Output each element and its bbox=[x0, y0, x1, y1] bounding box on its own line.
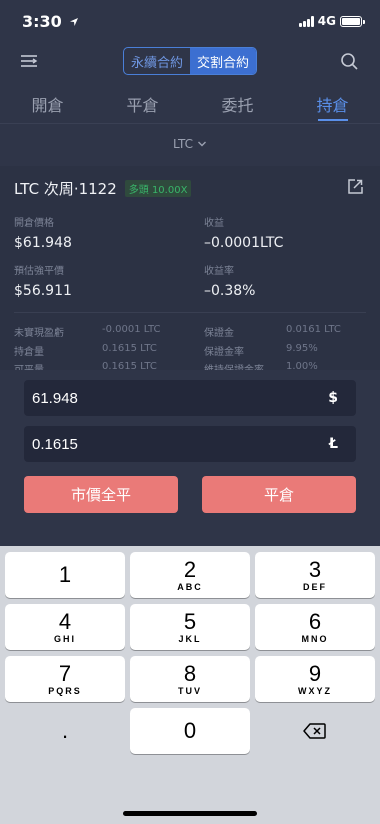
amount-unit: Ł bbox=[329, 436, 338, 452]
key-6[interactable]: 6 MNO bbox=[255, 604, 375, 650]
trade-tabs: 開倉 平倉 委托 持倉 bbox=[0, 86, 380, 124]
key-2[interactable]: 2 ABC bbox=[130, 552, 250, 598]
key-0-digit: 0 bbox=[183, 718, 197, 743]
tab-orders[interactable]: 委托 bbox=[190, 86, 285, 123]
menu-icon[interactable] bbox=[18, 50, 40, 72]
price-input[interactable] bbox=[32, 389, 232, 407]
coin-selector[interactable]: LTC bbox=[0, 124, 380, 164]
numeric-keyboard: 1 2 ABC 3 DEF 4 GHI 5 JKL 6 MNO 7 PQRS 8… bbox=[0, 546, 380, 824]
position-card: LTC 次周·1122 多頭 10.00X 開倉價格 $61.948 收益 –0… bbox=[0, 166, 380, 380]
key-2-letters: ABC bbox=[177, 581, 203, 592]
open-price-stat: 開倉價格 $61.948 bbox=[14, 214, 72, 251]
key-7[interactable]: 7 PQRS bbox=[5, 656, 125, 702]
key-5-digit: 5 bbox=[183, 608, 197, 634]
holding-value: 0.1615 LTC bbox=[102, 343, 157, 354]
card-divider bbox=[14, 312, 366, 313]
price-field[interactable]: $ bbox=[24, 380, 356, 416]
battery-icon bbox=[340, 15, 365, 27]
status-bar: 3:30 4G bbox=[0, 0, 380, 44]
tab-open-position[interactable]: 開倉 bbox=[0, 86, 95, 123]
close-position-button[interactable]: 平倉 bbox=[202, 476, 356, 513]
home-indicator bbox=[123, 811, 257, 816]
open-price-value: $61.948 bbox=[14, 235, 72, 251]
position-header: LTC 次周·1122 多頭 10.00X bbox=[14, 178, 192, 199]
key-3[interactable]: 3 DEF bbox=[255, 552, 375, 598]
key-3-digit: 3 bbox=[308, 556, 322, 582]
search-icon[interactable] bbox=[338, 50, 360, 72]
pnl-stat: 收益 –0.0001LTC bbox=[204, 214, 283, 251]
top-nav: 永續合約 交割合約 bbox=[0, 44, 380, 80]
key-5-letters: JKL bbox=[178, 633, 202, 644]
key-decimal-symbol: . bbox=[61, 718, 69, 743]
key-4-letters: GHI bbox=[53, 633, 76, 644]
unrealized-pnl-label: 未實現盈虧 bbox=[14, 328, 64, 339]
close-position-form: $ Ł 市價全平 平倉 bbox=[0, 370, 380, 546]
signal-icon bbox=[298, 15, 314, 27]
tab-close-position[interactable]: 平倉 bbox=[95, 86, 190, 123]
key-9[interactable]: 9 WXYZ bbox=[255, 656, 375, 702]
key-3-letters: DEF bbox=[303, 581, 327, 592]
key-4-digit: 4 bbox=[58, 608, 72, 634]
amount-input[interactable] bbox=[32, 435, 232, 453]
key-1[interactable]: 1 bbox=[5, 552, 125, 598]
market-close-all-button[interactable]: 市價全平 bbox=[24, 476, 178, 513]
contract-type-toggle: 永續合約 交割合約 bbox=[123, 47, 257, 75]
status-time: 3:30 bbox=[22, 12, 79, 31]
key-7-letters: PQRS bbox=[48, 685, 82, 696]
network-label: 4G bbox=[317, 14, 336, 28]
key-6-digit: 6 bbox=[308, 608, 322, 634]
unrealized-pnl-value: -0.0001 LTC bbox=[102, 324, 161, 335]
key-8[interactable]: 8 TUV bbox=[130, 656, 250, 702]
share-edit-icon[interactable] bbox=[346, 178, 364, 196]
key-2-digit: 2 bbox=[183, 556, 197, 582]
status-indicators: 4G bbox=[298, 14, 365, 28]
key-6-letters: MNO bbox=[301, 633, 329, 644]
pnl-rate-value: –0.38% bbox=[204, 283, 256, 299]
pnl-value: –0.0001LTC bbox=[204, 235, 284, 251]
key-9-digit: 9 bbox=[308, 660, 322, 686]
key-8-digit: 8 bbox=[183, 660, 197, 686]
key-delete[interactable] bbox=[255, 708, 375, 754]
amount-field[interactable]: Ł bbox=[24, 426, 356, 462]
holding-label: 持倉量 bbox=[14, 347, 44, 358]
liquidation-price-label: 預估強平價 bbox=[14, 266, 64, 277]
toggle-perpetual-contract[interactable]: 永續合約 bbox=[124, 48, 190, 74]
margin-rate-label: 保證金率 bbox=[204, 347, 244, 358]
key-8-letters: TUV bbox=[178, 685, 202, 696]
coin-selector-label: LTC bbox=[172, 137, 194, 151]
key-0[interactable]: 0 bbox=[130, 708, 250, 754]
toggle-delivery-contract[interactable]: 交割合約 bbox=[190, 48, 256, 74]
key-decimal[interactable]: . bbox=[5, 708, 125, 754]
margin-rate-value: 9.95% bbox=[286, 343, 318, 354]
status-time-text: 3:30 bbox=[22, 12, 62, 31]
key-7-digit: 7 bbox=[58, 660, 72, 686]
pnl-rate-stat: 收益率 –0.38% bbox=[204, 262, 255, 299]
margin-label: 保證金 bbox=[204, 328, 234, 339]
leverage-badge: 多頭 10.00X bbox=[124, 180, 192, 197]
key-9-letters: WXYZ bbox=[298, 685, 332, 696]
location-arrow-icon bbox=[70, 18, 79, 26]
position-title: LTC 次周·1122 bbox=[14, 180, 117, 198]
liquidation-price-stat: 預估強平價 $56.911 bbox=[14, 262, 72, 299]
price-unit: $ bbox=[328, 390, 338, 406]
margin-value: 0.0161 LTC bbox=[286, 324, 341, 335]
liquidation-price-value: $56.911 bbox=[14, 283, 72, 299]
key-4[interactable]: 4 GHI bbox=[5, 604, 125, 650]
key-1-digit: 1 bbox=[58, 562, 72, 587]
open-price-label: 開倉價格 bbox=[14, 218, 54, 229]
backspace-icon bbox=[303, 723, 326, 739]
pnl-label: 收益 bbox=[204, 218, 224, 229]
chevron-down-icon bbox=[198, 141, 207, 147]
tab-positions[interactable]: 持倉 bbox=[285, 86, 380, 123]
pnl-rate-label: 收益率 bbox=[204, 266, 234, 277]
key-5[interactable]: 5 JKL bbox=[130, 604, 250, 650]
